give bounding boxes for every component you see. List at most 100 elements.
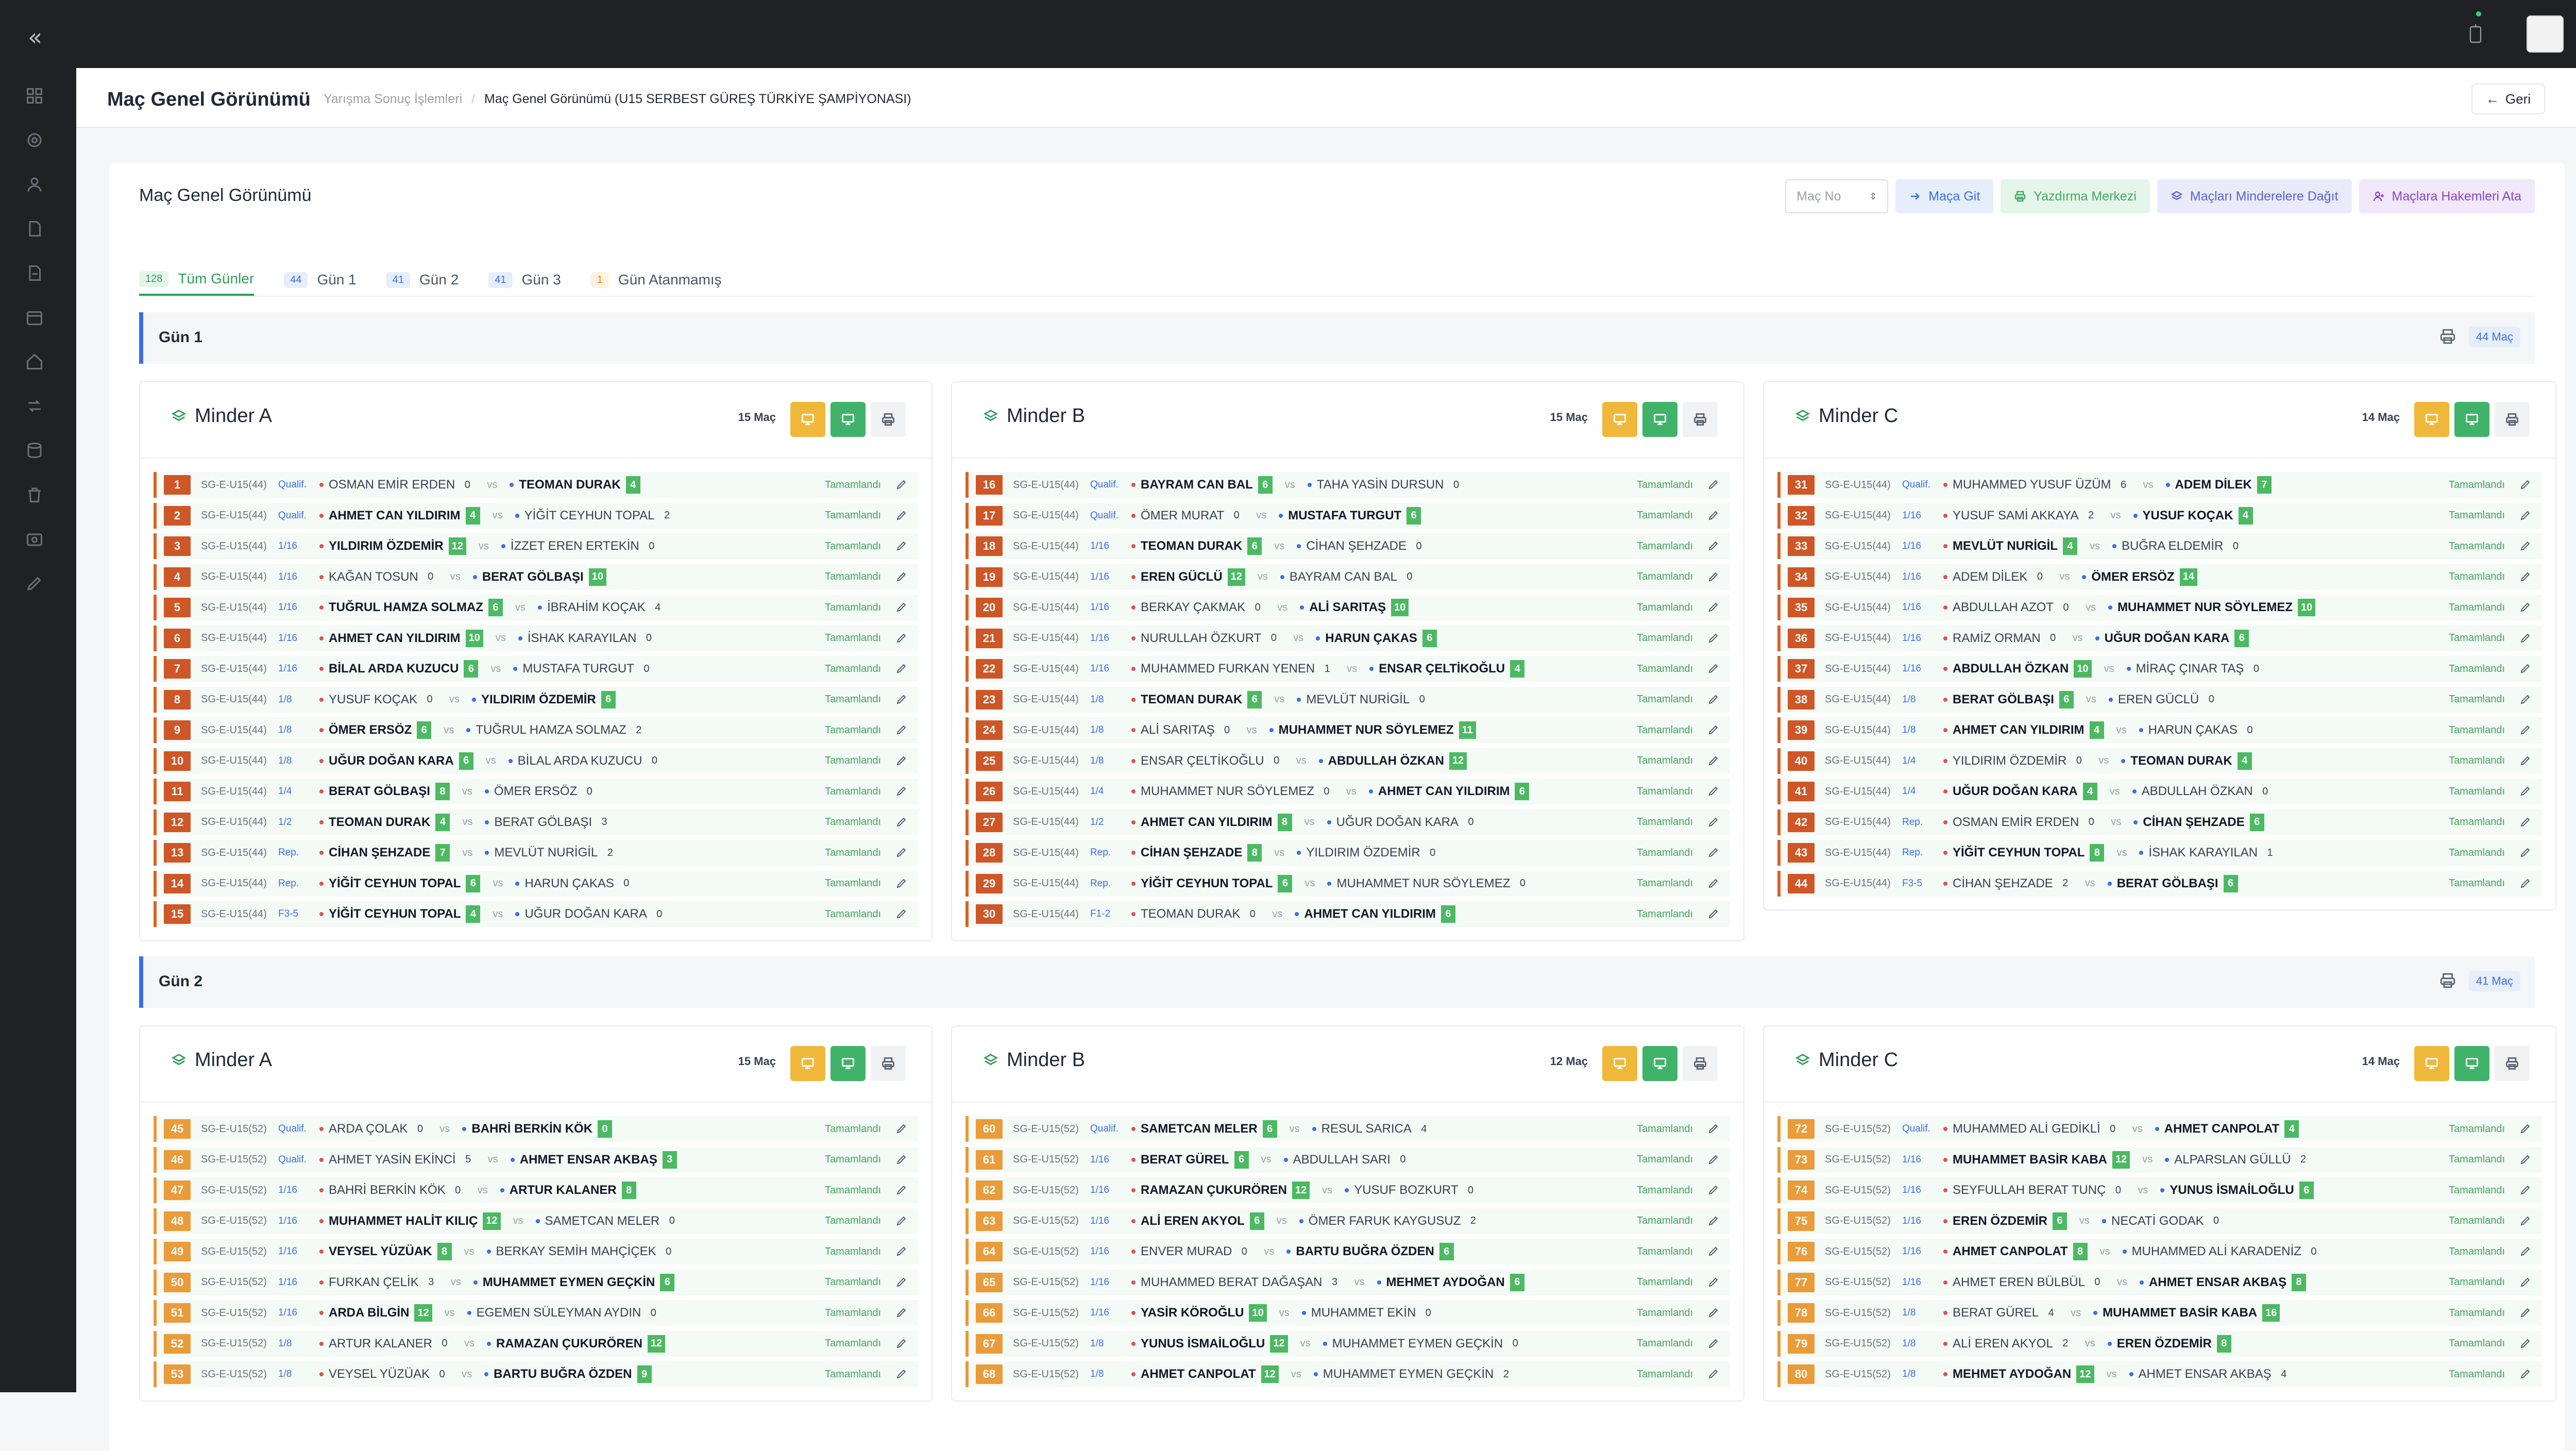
edit-match-button[interactable] [2519, 509, 2532, 521]
match-row[interactable]: 65 SG-E-U15(52) 1/16 MUHAMMED BERAT DAĞAŞAN… [965, 1269, 1730, 1295]
match-row[interactable]: 67 SG-E-U15(52) 1/8 YUNUS İSMAİLOĞLU 12 vs MUH… [965, 1330, 1730, 1357]
mat-print-button[interactable] [871, 1046, 906, 1081]
mat-display-button[interactable] [2454, 1046, 2489, 1081]
refresh-icon[interactable] [24, 396, 45, 416]
match-row[interactable]: 73 SG-E-U15(52) 1/16 MUHAMMET BASİR KABA 12 v… [1777, 1146, 2542, 1173]
edit-match-button[interactable] [2519, 478, 2532, 491]
mat-print-button[interactable] [2495, 402, 2530, 437]
edit-match-button[interactable] [895, 601, 908, 613]
match-row[interactable]: 19 SG-E-U15(44) 1/16 EREN GÜCLÜ 12 vs BAYRAM C… [965, 564, 1730, 590]
mat-print-button[interactable] [1683, 402, 1718, 437]
match-row[interactable]: 15 SG-E-U15(44) F3-5 YİĞİT CEYHUN TOPAL 4 vs U… [154, 901, 918, 927]
match-row[interactable]: 10 SG-E-U15(44) 1/8 UĞUR DOĞAN KARA 6 vs BİLAL… [154, 748, 918, 774]
mat-screen-button[interactable] [2414, 1046, 2449, 1081]
match-row[interactable]: 78 SG-E-U15(52) 1/8 BERAT GÜREL 4 vs MUHAMMET … [1777, 1300, 2542, 1326]
edit-match-button[interactable] [895, 1122, 908, 1135]
tab-3[interactable]: 41 Gün 3 [488, 264, 561, 296]
edit-match-button[interactable] [2519, 1368, 2532, 1380]
match-row[interactable]: 74 SG-E-U15(52) 1/16 SEYFULLAH BERAT TUNÇ 0 v… [1777, 1177, 2542, 1203]
match-row[interactable]: 17 SG-E-U15(44) Qualif. ÖMER MURAT 0 vs MUSTAF… [965, 502, 1730, 529]
match-row[interactable]: 21 SG-E-U15(44) 1/16 NURULLAH ÖZKURT 0 vs HARU… [965, 625, 1730, 651]
match-row[interactable]: 23 SG-E-U15(44) 1/8 TEOMAN DURAK 6 vs MEVLÜT N… [965, 686, 1730, 713]
edit-match-button[interactable] [2519, 723, 2532, 736]
edit-match-button[interactable] [1707, 509, 1720, 521]
pencil-icon[interactable] [24, 573, 45, 594]
edit-match-button[interactable] [895, 907, 908, 920]
edit-match-button[interactable] [1707, 601, 1720, 613]
match-row[interactable]: 64 SG-E-U15(52) 1/16 ENVER MURAD 0 vs BARTU BU… [965, 1239, 1730, 1264]
calendar-icon[interactable] [24, 307, 45, 328]
edit-match-button[interactable] [895, 570, 908, 583]
match-row[interactable]: 13 SG-E-U15(44) Rep. CİHAN ŞEHZADE 7 vs MEVLÜT… [154, 840, 918, 866]
edit-match-button[interactable] [1707, 1153, 1720, 1166]
match-row[interactable]: 25 SG-E-U15(44) 1/8 ENSAR ÇELTİKOĞLU 0 vs ABDU… [965, 748, 1730, 774]
match-row[interactable]: 76 SG-E-U15(52) 1/16 AHMET CANPOLAT 8 vs MUHAM… [1777, 1239, 2542, 1264]
match-row[interactable]: 31 SG-E-U15(44) Qualif. MUHAMMED YUSUF ÜZÜM… [1777, 472, 2542, 498]
match-row[interactable]: 44 SG-E-U15(44) F3-5 CİHAN ŞEHZADE 2 vs BERAT … [1777, 870, 2542, 897]
edit-match-button[interactable] [1707, 632, 1720, 644]
edit-match-button[interactable] [895, 1276, 908, 1288]
edit-match-button[interactable] [2519, 1245, 2532, 1257]
match-row[interactable]: 32 SG-E-U15(44) 1/16 YUSUF SAMİ AKKAYA 2 vs YU… [1777, 502, 2542, 529]
distribute-matches-button[interactable]: Maçları Minderelere Dağıt [2157, 179, 2352, 213]
match-row[interactable]: 2 SG-E-U15(44) Qualif. AHMET CAN YILDIRIM 4 v… [154, 502, 918, 529]
database-icon[interactable] [24, 440, 45, 461]
document-icon[interactable] [24, 218, 45, 239]
user-icon[interactable] [24, 174, 45, 195]
edit-match-button[interactable] [2519, 754, 2532, 767]
match-row[interactable]: 22 SG-E-U15(44) 1/16 MUHAMMED FURKAN YENEN 1… [965, 656, 1730, 682]
edit-match-button[interactable] [1707, 816, 1720, 828]
match-row[interactable]: 26 SG-E-U15(44) 1/4 MUHAMMET NUR SÖYLEMEZ 0 v… [965, 779, 1730, 804]
match-row[interactable]: 43 SG-E-U15(44) Rep. YİĞİT CEYHUN TOPAL 8 vs İ… [1777, 840, 2542, 866]
user-avatar[interactable] [2527, 15, 2564, 53]
match-row[interactable]: 30 SG-E-U15(44) F1-2 TEOMAN DURAK 0 vs AHMET C… [965, 901, 1730, 927]
edit-match-button[interactable] [2519, 570, 2532, 583]
match-row[interactable]: 40 SG-E-U15(44) 1/4 YILDIRIM ÖZDEMİR 0 vs TEOM… [1777, 748, 2542, 774]
mat-print-button[interactable] [871, 402, 906, 437]
edit-match-button[interactable] [2519, 816, 2532, 828]
edit-match-button[interactable] [2519, 1337, 2532, 1349]
edit-match-button[interactable] [895, 846, 908, 858]
print-center-button[interactable]: Yazdırma Merkezi [2001, 179, 2150, 213]
match-row[interactable]: 33 SG-E-U15(44) 1/16 MEVLÜT NURİGİL 4 vs BUĞRA… [1777, 533, 2542, 559]
match-row[interactable]: 63 SG-E-U15(52) 1/16 ALİ EREN AKYOL 6 vs ÖMER … [965, 1208, 1730, 1234]
mat-print-button[interactable] [1683, 1046, 1718, 1081]
edit-match-button[interactable] [1707, 1337, 1720, 1349]
match-row[interactable]: 75 SG-E-U15(52) 1/16 EREN ÖZDEMİR 6 vs NECATİ … [1777, 1208, 2542, 1234]
edit-match-button[interactable] [1707, 1368, 1720, 1380]
match-row[interactable]: 77 SG-E-U15(52) 1/16 AHMET EREN BÜLBÜL 0 vs AH… [1777, 1269, 2542, 1295]
match-row[interactable]: 50 SG-E-U15(52) 1/16 FURKAN ÇELİK 3 vs MUHAMME… [154, 1269, 918, 1295]
edit-match-button[interactable] [2519, 601, 2532, 613]
edit-match-button[interactable] [1707, 907, 1720, 920]
match-row[interactable]: 27 SG-E-U15(44) 1/2 AHMET CAN YILDIRIM 8 vs UĞ… [965, 809, 1730, 835]
edit-match-button[interactable] [1707, 1245, 1720, 1257]
home-icon[interactable] [24, 351, 45, 372]
match-row[interactable]: 6 SG-E-U15(44) 1/16 AHMET CAN YILDIRIM 10 vs İ… [154, 625, 918, 651]
tab-0[interactable]: 128 Tüm Günler [139, 264, 255, 296]
tab-2[interactable]: 41 Gün 2 [386, 264, 459, 296]
edit-match-button[interactable] [895, 693, 908, 705]
mat-display-button[interactable] [831, 402, 866, 437]
notification-icon[interactable] [2467, 23, 2484, 45]
assign-referees-button[interactable]: Maçlara Hakemleri Ata [2359, 179, 2535, 213]
edit-match-button[interactable] [1707, 662, 1720, 674]
match-row[interactable]: 60 SG-E-U15(52) Qualif. SAMETCAN MELER 6 vs RE… [965, 1116, 1730, 1142]
tab-4[interactable]: 1 Gün Atanmamış [590, 264, 722, 296]
edit-match-button[interactable] [1707, 478, 1720, 491]
edit-match-button[interactable] [2519, 693, 2532, 705]
edit-match-button[interactable] [1707, 877, 1720, 889]
edit-match-button[interactable] [1707, 1276, 1720, 1288]
mat-screen-button[interactable] [1602, 402, 1637, 437]
edit-match-button[interactable] [1707, 539, 1720, 552]
edit-match-button[interactable] [895, 877, 908, 889]
edit-match-button[interactable] [1707, 570, 1720, 583]
mat-display-button[interactable] [1642, 1046, 1677, 1081]
edit-match-button[interactable] [895, 723, 908, 736]
edit-match-button[interactable] [1707, 846, 1720, 858]
match-row[interactable]: 3 SG-E-U15(44) 1/16 YILDIRIM ÖZDEMİR 12 vs İZZ… [154, 533, 918, 559]
edit-match-button[interactable] [2519, 785, 2532, 797]
edit-match-button[interactable] [2519, 1184, 2532, 1196]
match-row[interactable]: 45 SG-E-U15(52) Qualif. ARDA ÇOLAK 0 vs BAHRİ … [154, 1116, 918, 1142]
edit-match-button[interactable] [1707, 785, 1720, 797]
match-row[interactable]: 48 SG-E-U15(52) 1/16 MUHAMMET HALİT KILIÇ 12… [154, 1208, 918, 1234]
